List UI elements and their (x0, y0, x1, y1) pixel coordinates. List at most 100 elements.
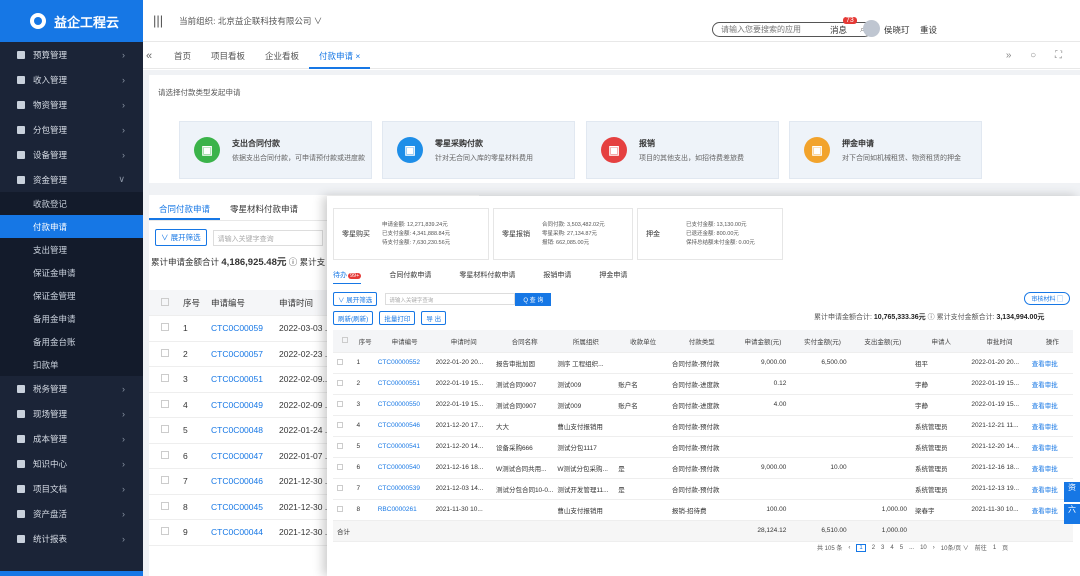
row-checkbox[interactable] (337, 484, 343, 491)
sidebar-item[interactable]: 预算管理 › (0, 42, 143, 67)
view-approval-link[interactable]: 查看审批 (1027, 457, 1073, 479)
row-checkbox[interactable] (161, 323, 169, 332)
sidebar-item[interactable]: 现场管理 › (0, 401, 143, 426)
expand-filter-button[interactable]: ∨ 展开筛选 (155, 229, 207, 246)
sidebar-item[interactable]: 知识中心 › (0, 451, 143, 476)
row-code-link[interactable]: CTC0C00048 (211, 417, 279, 444)
row-checkbox[interactable] (161, 527, 169, 536)
sidebar-subitem[interactable]: 收款登记 (0, 192, 143, 215)
sidebar-item[interactable]: 统计报表 › (0, 526, 143, 551)
reset-link[interactable]: 重设 (920, 24, 937, 36)
sidebar-item[interactable]: 设备管理 › (0, 142, 143, 167)
sidebar-item[interactable]: 物资管理 › (0, 92, 143, 117)
table-cell[interactable]: CTC00000541 (373, 436, 432, 458)
pager-per-page[interactable]: 10条/页 ∨ (941, 543, 969, 552)
row-checkbox[interactable] (161, 450, 169, 459)
refresh-button[interactable]: 刷新(刷新) (333, 311, 374, 325)
pager-goto-input[interactable]: 1 (993, 545, 996, 551)
payment-type-card[interactable]: ▣ 报销 项目的其他支出，如招待费差旅费 (586, 121, 779, 179)
payment-type-card[interactable]: ▣ 支出合同付款 依据支出合同付款，可申请预付款或进度款 (179, 121, 372, 179)
view-approval-link[interactable]: 查看审批 (1027, 415, 1073, 437)
table-row[interactable]: 1 CTC00000552 2022-01-20 20... 报告审批加固 测序 工程组… (333, 352, 1073, 374)
pager-page[interactable]: 10 (920, 545, 927, 551)
row-checkbox[interactable] (161, 425, 169, 434)
row-checkbox[interactable] (337, 358, 343, 365)
sidebar-subitem[interactable]: 支出管理 (0, 238, 143, 261)
payment-type-card[interactable]: ▣ 押金申请 对下合同如机械租赁、物资租赁的押金 (789, 121, 982, 179)
view-approval-link[interactable]: 查看审批 (1027, 436, 1073, 458)
pager-next[interactable]: › (933, 545, 935, 551)
table-cell[interactable]: CTC00000539 (373, 478, 432, 500)
menu-toggle-icon[interactable]: ||| (153, 13, 163, 28)
row-code-link[interactable]: CTC0C00046 (211, 468, 279, 495)
row-checkbox[interactable] (337, 442, 343, 449)
sidebar-subitem[interactable]: 备用金申请 (0, 307, 143, 330)
pager-page[interactable]: 4 (890, 545, 893, 551)
row-code-link[interactable]: CTC0C00057 (211, 341, 279, 367)
row-code-link[interactable]: CTC0C00044 (211, 519, 279, 546)
sidebar-subitem[interactable]: 保证金管理 (0, 284, 143, 307)
collapse-tabs-icon[interactable]: « (146, 50, 164, 62)
user-name[interactable]: 侯晓玎 (884, 24, 910, 36)
table-cell[interactable]: CTC00000550 (373, 394, 432, 416)
messages-link[interactable]: 消息 (830, 24, 847, 36)
overview-tab[interactable]: 合同付款申请 (389, 270, 431, 284)
sidebar-subitem[interactable]: 备用金台账 (0, 330, 143, 353)
select-all-checkbox[interactable] (161, 297, 169, 306)
tab-enterprise-board[interactable]: 企业看板 (255, 43, 309, 69)
tab-material-payment[interactable]: 零星材料付款申请 (220, 195, 308, 220)
row-checkbox[interactable] (161, 501, 169, 510)
table-row[interactable]: 7 CTC00000539 2021-12-03 14... 测试分包合同10-0..… (333, 478, 1073, 500)
table-row[interactable]: 8 RBC0000261 2021-11-30 10... 曹山支付报销用 报销-招待费… (333, 499, 1073, 521)
side-tab-2[interactable]: 六 (1064, 504, 1080, 524)
row-checkbox[interactable] (337, 400, 343, 407)
table-row[interactable]: 4 CTC00000546 2021-12-20 17... 大大 曹山支付报销用 合同付… (333, 415, 1073, 437)
row-code-link[interactable]: CTC0C00051 (211, 366, 279, 393)
pager-page[interactable]: 1 (856, 543, 866, 552)
view-approval-link[interactable]: 查看审批 (1027, 373, 1073, 395)
overview-expand-filter-button[interactable]: ∨ 展开筛选 (333, 292, 378, 306)
row-code-link[interactable]: CTC0C00047 (211, 443, 279, 469)
overview-search-button[interactable]: Q 查 询 (515, 292, 552, 306)
sidebar-subitem[interactable]: 付款申请 (0, 215, 143, 238)
select-all-checkbox[interactable] (341, 336, 348, 343)
sidebar-item[interactable]: 成本管理 › (0, 426, 143, 451)
tab-project-board[interactable]: 项目看板 (201, 43, 255, 69)
org-selector[interactable]: 当前组织: 北京益企联科技有限公司 ∨ (179, 15, 322, 27)
overview-tab[interactable]: 押金申请 (599, 270, 627, 284)
global-search-input[interactable]: 请输入您要搜索的应用 ⌕ (712, 22, 872, 37)
table-row[interactable]: 6 CTC00000540 2021-12-16 18... W测试合同共用... W测… (333, 457, 1073, 479)
table-row[interactable]: 3 CTC00000550 2022-01-19 15... 测试合同0907 测试00… (333, 394, 1073, 416)
app-logo[interactable]: 益企工程云 (0, 0, 143, 42)
tab-home[interactable]: 首页 (164, 43, 201, 69)
row-code-link[interactable]: CTC0C00059 (211, 315, 279, 342)
overview-tab[interactable]: 报销申请 (543, 270, 571, 284)
sidebar-item[interactable]: 分包管理 › (0, 117, 143, 142)
batch-print-button[interactable]: 批量打印 (379, 311, 416, 325)
row-checkbox[interactable] (161, 374, 169, 383)
avatar[interactable] (863, 20, 880, 37)
row-checkbox[interactable] (161, 399, 169, 408)
sidebar-item[interactable]: 资金管理 ∨ (0, 167, 143, 192)
table-row[interactable]: 5 CTC00000541 2021-12-20 14... 设备采购666 测试分包1… (333, 436, 1073, 458)
tab-payment-request[interactable]: 付款申请 × (309, 43, 371, 69)
table-row[interactable]: 2 CTC00000551 2022-01-19 15... 测试合同0907 测试00… (333, 373, 1073, 395)
table-cell[interactable]: CTC00000546 (373, 415, 432, 437)
view-approval-link[interactable]: 查看审批 (1027, 394, 1073, 416)
overview-tab[interactable]: 零星材料付款申请 (459, 270, 515, 284)
table-cell[interactable]: RBC0000261 (373, 499, 432, 521)
overview-tab[interactable]: 待办 99+ (333, 270, 362, 284)
sidebar-subitem[interactable]: 保证金申请 (0, 261, 143, 284)
tab-actions-icons[interactable]: » ○ ⛶ (1006, 50, 1070, 61)
pager-prev[interactable]: ‹ (848, 545, 850, 551)
side-tab-1[interactable]: 资 (1064, 482, 1080, 502)
tab-contract-payment[interactable]: 合同付款申请 (149, 195, 221, 220)
view-approval-link[interactable]: 查看审批 (1027, 352, 1073, 374)
pager-page[interactable]: 2 (872, 545, 875, 551)
table-cell[interactable]: CTC00000540 (373, 457, 432, 479)
sidebar-subitem[interactable]: 扣款单 (0, 353, 143, 376)
row-checkbox[interactable] (337, 421, 343, 428)
row-checkbox[interactable] (337, 379, 343, 386)
keyword-input[interactable]: 请输入关键字查询 (212, 229, 323, 246)
sidebar-item[interactable]: 项目文档 › (0, 476, 143, 501)
